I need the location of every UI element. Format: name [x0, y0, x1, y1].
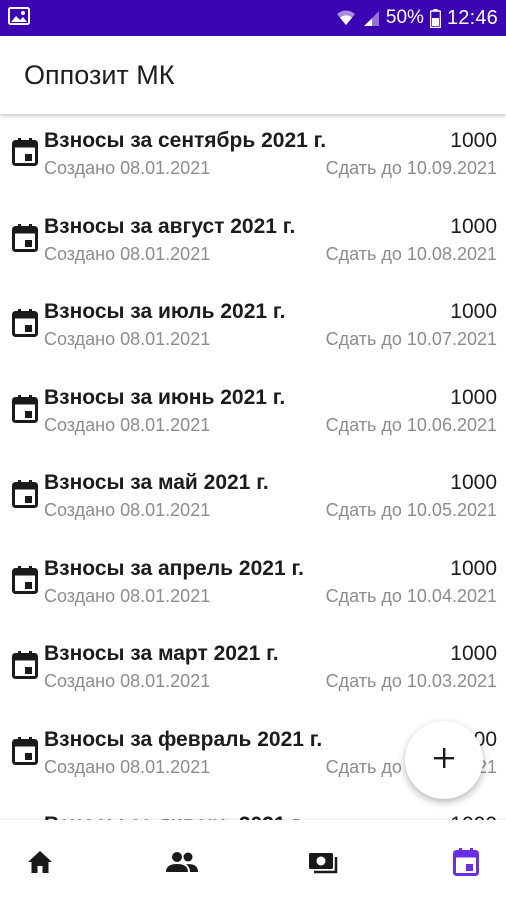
item-created-date: Создано 08.01.2021	[44, 414, 211, 435]
calendar-icon	[12, 138, 38, 166]
item-title: Взносы за март 2021 г.	[44, 642, 279, 665]
calendar-icon	[12, 223, 38, 252]
item-created-date: Создано 08.01.2021	[44, 243, 211, 264]
bottom-navigation	[0, 820, 506, 900]
signal-icon	[362, 9, 380, 27]
item-due-date: Сдать до 10.05.2021	[325, 500, 497, 520]
nav-members[interactable]	[162, 842, 202, 882]
app-bar: Оппозит МК	[0, 36, 506, 114]
item-due-date: Сдать до 10.09.2021	[325, 158, 497, 178]
item-title: Взносы за сентябрь 2021 г.	[44, 129, 327, 152]
battery-icon	[429, 8, 441, 28]
item-due-date: Сдать до 10.03.2021	[325, 671, 497, 691]
item-amount: 1000	[450, 471, 497, 494]
nav-payments[interactable]	[304, 842, 344, 882]
home-icon	[27, 850, 53, 874]
status-bar: 50% 12:46	[0, 0, 506, 36]
plus-icon	[433, 747, 455, 774]
item-amount: 1000	[450, 642, 497, 665]
item-title: Взносы за август 2021 г.	[44, 214, 296, 238]
calendar-icon	[12, 309, 38, 337]
list-item[interactable]: Взносы за май 2021 г. 1000 Создано 08.01.2…	[0, 456, 506, 542]
item-title: Взносы за январь 2021 г.	[44, 813, 304, 820]
item-created-date: Создано 08.01.2021	[44, 500, 211, 520]
group-icon	[165, 851, 199, 873]
calendar-icon	[12, 394, 38, 423]
item-due-date: Сдать до 10.04.2021	[325, 585, 497, 606]
wifi-icon	[336, 9, 356, 27]
item-due-date: Сдать до 10.08.2021	[325, 243, 497, 264]
money-icon	[308, 850, 340, 874]
list-item[interactable]: Взносы за апрель 2021 г. 1000 Создано 08.0…	[0, 542, 506, 628]
calendar-icon	[12, 565, 38, 594]
item-title: Взносы за апрель 2021 г.	[44, 556, 304, 580]
item-amount: 1000	[450, 129, 497, 152]
item-created-date: Создано 08.01.2021	[44, 671, 211, 691]
calendar-icon	[12, 651, 38, 679]
list-item[interactable]: Взносы за март 2021 г. 1000 Создано 08.01.…	[0, 627, 506, 713]
nav-contributions[interactable]	[446, 842, 486, 882]
item-due-date: Сдать до 10.06.2021	[325, 414, 497, 435]
status-time: 12:46	[446, 6, 498, 29]
item-amount: 1000	[450, 556, 497, 580]
calendar-icon	[12, 480, 38, 508]
list-item[interactable]: Взносы за январь 2021 г.1000Создано 08.0…	[0, 798, 506, 820]
gallery-notification-icon	[8, 6, 30, 30]
item-due-date: Сдать до 10.07.2021	[325, 329, 497, 349]
item-amount: 1000	[450, 214, 497, 238]
item-title: Взносы за май 2021 г.	[44, 471, 269, 494]
item-created-date: Создано 08.01.2021	[44, 756, 211, 777]
item-amount: 1000	[450, 300, 497, 323]
battery-percent: 50%	[385, 7, 424, 28]
list-item[interactable]: Взносы за август 2021 г. 1000 Создано 08.0…	[0, 200, 506, 286]
list-item[interactable]: Взносы за июнь 2021 г. 1000 Создано 08.01.…	[0, 371, 506, 457]
list-item[interactable]: Взносы за сентябрь 2021 г. 1000 Создано 08…	[0, 114, 506, 200]
item-title: Взносы за июнь 2021 г.	[44, 385, 286, 409]
app-screen: 50% 12:46 Оппозит МК Взносы за сентябрь …	[0, 0, 506, 900]
item-created-date: Создано 08.01.2021	[44, 329, 211, 349]
item-amount: 1000	[450, 385, 497, 409]
item-created-date: Создано 08.01.2021	[44, 158, 211, 178]
item-amount: 1000	[450, 813, 497, 820]
item-created-date: Создано 08.01.2021	[44, 585, 211, 606]
list-item[interactable]: Взносы за июль 2021 г. 1000 Создано 08.01.…	[0, 285, 506, 371]
page-title: Оппозит МК	[24, 59, 175, 90]
add-button[interactable]	[405, 721, 483, 799]
contributions-list[interactable]: Взносы за сентябрь 2021 г. 1000 Создано 08…	[0, 114, 506, 820]
calendar-icon	[453, 848, 479, 876]
calendar-icon	[12, 736, 38, 765]
item-title: Взносы за июль 2021 г.	[44, 300, 286, 323]
item-title: Взносы за февраль 2021 г.	[44, 727, 323, 751]
nav-home[interactable]	[20, 842, 60, 882]
